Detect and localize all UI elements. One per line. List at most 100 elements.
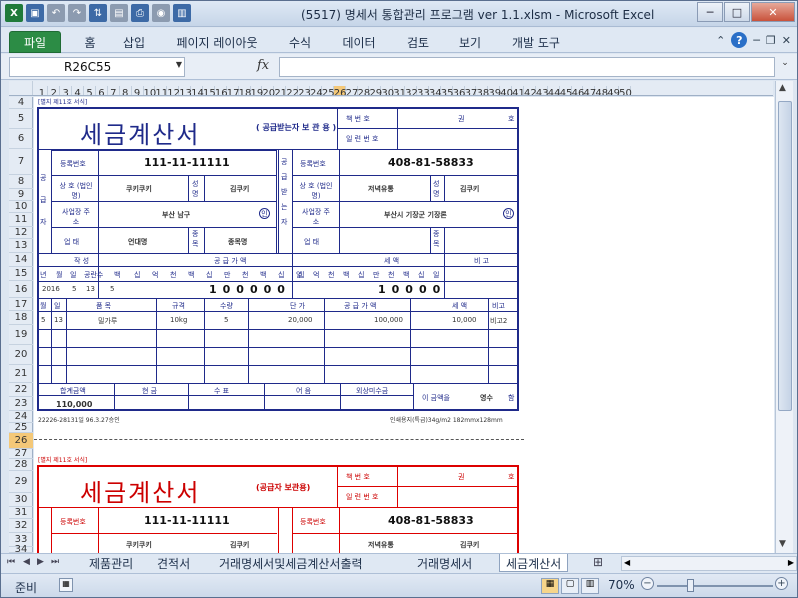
column-header[interactable]: 41: [512, 86, 525, 95]
maximize-button[interactable]: □: [724, 2, 750, 22]
row-header[interactable]: 27: [9, 449, 33, 459]
row-header[interactable]: 4: [9, 97, 33, 109]
column-header[interactable]: 47: [583, 86, 596, 95]
page-break-view-icon[interactable]: ▥: [581, 578, 599, 594]
column-header[interactable]: 4: [72, 86, 85, 95]
row-header[interactable]: 13: [9, 239, 33, 253]
column-header[interactable]: 26: [333, 86, 347, 95]
column-header[interactable]: 25: [322, 86, 335, 95]
column-header[interactable]: 5: [84, 86, 96, 95]
column-header[interactable]: 27: [346, 86, 358, 95]
column-header[interactable]: 11: [155, 86, 168, 95]
row-header[interactable]: 31: [9, 507, 33, 519]
save-icon[interactable]: ▣: [26, 4, 44, 22]
chart-icon[interactable]: ▥: [173, 4, 191, 22]
row-header[interactable]: 28: [9, 459, 33, 471]
column-header[interactable]: 17: [227, 86, 239, 95]
tab-developer[interactable]: 개발 도구: [507, 31, 565, 53]
tab-formulas[interactable]: 수식: [285, 31, 315, 53]
column-header[interactable]: 9: [132, 86, 144, 95]
sheet-tab-print[interactable]: 거래명세서및세금계산서출력: [213, 554, 369, 572]
column-header[interactable]: 43: [536, 86, 549, 95]
column-header[interactable]: 49: [607, 86, 620, 95]
row-header[interactable]: 21: [9, 365, 33, 383]
column-header[interactable]: 40: [500, 86, 513, 95]
help-icon[interactable]: ?: [731, 32, 748, 48]
row-header[interactable]: 6: [9, 129, 33, 149]
page-layout-view-icon[interactable]: ▢: [561, 578, 579, 594]
scroll-left-icon[interactable]: ◀: [624, 558, 630, 567]
column-header[interactable]: 23: [298, 86, 311, 95]
column-header[interactable]: 48: [595, 86, 608, 95]
column-header[interactable]: 6: [96, 86, 108, 95]
insert-function-icon[interactable]: fx: [257, 58, 269, 73]
row-header[interactable]: 30: [9, 493, 33, 507]
zoom-out-icon[interactable]: −: [641, 577, 654, 590]
column-header[interactable]: 3: [60, 86, 73, 95]
row-header[interactable]: 10: [9, 201, 33, 213]
scroll-right-icon[interactable]: ▶: [788, 558, 794, 567]
tab-insert[interactable]: 삽입: [119, 31, 149, 53]
macro-record-icon[interactable]: ▦: [59, 578, 73, 592]
form-icon[interactable]: ▤: [110, 4, 128, 22]
row-header[interactable]: 23: [9, 397, 33, 411]
first-sheet-icon[interactable]: ⏮: [7, 557, 15, 567]
row-header[interactable]: 7: [9, 149, 33, 175]
tab-file[interactable]: 파일: [9, 31, 61, 53]
tab-view[interactable]: 보기: [455, 31, 485, 53]
column-header[interactable]: 50: [619, 86, 632, 95]
zoom-in-icon[interactable]: +: [775, 577, 788, 590]
column-header[interactable]: 28: [358, 86, 370, 95]
camera-icon[interactable]: ◉: [152, 4, 170, 22]
column-header[interactable]: 7: [108, 86, 120, 95]
horizontal-scrollbar[interactable]: ◀ ▶: [621, 556, 797, 571]
column-header[interactable]: 29: [369, 86, 382, 95]
column-header[interactable]: 16: [215, 86, 228, 95]
column-header[interactable]: 33: [417, 86, 430, 95]
column-header[interactable]: 39: [488, 86, 501, 95]
column-header[interactable]: 42: [524, 86, 537, 95]
undo-icon[interactable]: ↶: [47, 4, 65, 22]
redo-icon[interactable]: ↷: [68, 4, 86, 22]
sheet-tab-products[interactable]: 제품관리: [83, 554, 139, 572]
column-header[interactable]: 45: [560, 86, 572, 95]
row-header[interactable]: 5: [9, 109, 33, 129]
row-header[interactable]: 22: [9, 383, 33, 397]
row-header[interactable]: 16: [9, 281, 33, 298]
row-header[interactable]: 14: [9, 253, 33, 267]
column-header[interactable]: 18: [239, 86, 251, 95]
row-header[interactable]: 26: [9, 433, 33, 449]
normal-view-icon[interactable]: ▦: [541, 578, 559, 594]
minimize-button[interactable]: ─: [697, 2, 723, 22]
column-header[interactable]: 38: [476, 86, 489, 95]
row-header[interactable]: 32: [9, 519, 33, 533]
row-header[interactable]: 12: [9, 227, 33, 239]
scroll-thumb[interactable]: [778, 101, 792, 411]
worksheet-grid[interactable]: [별지 제11호 서식] 세금계산서 ( 공급받는자 보 관 용 ) 책 번 호…: [34, 97, 774, 553]
column-header[interactable]: 15: [203, 86, 216, 95]
column-header[interactable]: 31: [393, 86, 406, 95]
close-button[interactable]: ✕: [751, 2, 795, 22]
column-header[interactable]: 36: [453, 86, 465, 95]
column-header[interactable]: 20: [262, 86, 275, 95]
new-sheet-icon[interactable]: ⊞: [593, 555, 603, 569]
sort-icon[interactable]: ⇅: [89, 4, 107, 22]
column-header[interactable]: 19: [251, 86, 263, 95]
row-header[interactable]: 19: [9, 325, 33, 345]
column-header[interactable]: 24: [310, 86, 323, 95]
select-all-corner[interactable]: [9, 81, 33, 95]
column-header[interactable]: 2: [48, 86, 61, 95]
column-header[interactable]: 44: [548, 86, 561, 95]
row-header[interactable]: 20: [9, 345, 33, 365]
expand-formula-icon[interactable]: ⌄: [777, 58, 793, 76]
chevron-down-icon[interactable]: ▼: [176, 60, 182, 69]
zoom-level[interactable]: 70%: [608, 578, 635, 592]
column-header[interactable]: 34: [429, 86, 442, 95]
column-header[interactable]: 12: [167, 86, 180, 95]
column-header[interactable]: 46: [572, 86, 584, 95]
tab-review[interactable]: 검토: [403, 31, 433, 53]
scroll-down-icon[interactable]: ▼: [779, 539, 786, 549]
column-header[interactable]: 13: [179, 86, 192, 95]
excel-logo-icon[interactable]: X: [5, 4, 23, 22]
ribbon-collapse-icon[interactable]: ⌃: [716, 34, 725, 47]
